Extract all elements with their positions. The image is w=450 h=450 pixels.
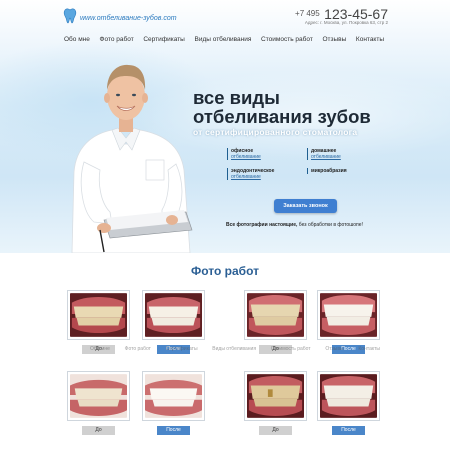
note-bold: Все фотографии настоящие,	[226, 222, 298, 228]
works-title: Фото работ	[191, 264, 259, 278]
teeth-photo	[320, 293, 377, 337]
after-button-4[interactable]: После	[332, 426, 365, 435]
nav-item-whitening-types[interactable]: Виды отбеливания	[212, 346, 256, 352]
after-photo-1[interactable]	[142, 290, 205, 340]
headline-line-1: все виды	[193, 87, 280, 108]
doctor-photo	[71, 64, 193, 253]
teeth-photo	[247, 293, 304, 337]
note-rest: без обработки в фотошопе!	[297, 222, 363, 228]
type-microabrasion[interactable]: микроабразия	[307, 168, 387, 174]
before-photo-2[interactable]	[244, 290, 307, 340]
nav-item-works[interactable]: Фото работ	[100, 36, 134, 43]
after-photo-3[interactable]	[142, 371, 205, 421]
type-home[interactable]: домашнее отбеливание	[307, 148, 387, 160]
nav-item-prices[interactable]: Стоимость работ	[271, 346, 311, 352]
address: Адрес: г. Москва, ул. Покровка 63, стр 2	[304, 20, 388, 25]
photos-note: Все фотографии настоящие, без обработки …	[226, 222, 363, 228]
nav-item-about[interactable]: Обо мне	[90, 346, 110, 352]
nav-item-certificates[interactable]: Сертификаты	[143, 36, 184, 43]
teeth-photo	[70, 374, 127, 418]
after-photo-2[interactable]	[317, 290, 380, 340]
sticky-nav-overlay: Обо мне Фото работ Сертификаты Виды отбе…	[90, 346, 380, 352]
nav-item-contacts[interactable]: Контакты	[356, 36, 384, 43]
nav-item-prices[interactable]: Стоимость работ	[261, 36, 313, 43]
teeth-photo	[247, 374, 304, 418]
main-nav: Обо мне Фото работ Сертификаты Виды отбе…	[64, 36, 384, 43]
tooth-icon	[63, 8, 77, 24]
type-link[interactable]: отбеливание	[231, 154, 307, 160]
nav-item-contacts[interactable]: Контакты	[358, 346, 380, 352]
nav-item-certificates[interactable]: Сертификаты	[166, 346, 198, 352]
nav-item-reviews[interactable]: Отзывы	[322, 36, 346, 43]
request-call-button[interactable]: Заказать звонок	[274, 199, 337, 213]
site-name: www.отбеливание-зубов.com	[80, 15, 177, 22]
teeth-photo	[145, 374, 202, 418]
teeth-photo	[320, 374, 377, 418]
hero-section: www.отбеливание-зубов.com +7 495 123-45-…	[0, 0, 450, 253]
before-photo-3[interactable]	[67, 371, 130, 421]
type-link[interactable]: отбеливание	[231, 174, 307, 180]
type-office[interactable]: офисное отбеливание	[227, 148, 307, 160]
nav-item-works[interactable]: Фото работ	[125, 346, 151, 352]
hero-subtitle: от сертифицированного стоматолога	[193, 127, 358, 137]
after-photo-4[interactable]	[317, 371, 380, 421]
nav-item-whitening-types[interactable]: Виды отбеливания	[194, 36, 251, 43]
headline-line-2: отбеливания зубов	[193, 106, 371, 127]
before-button-3[interactable]: До	[82, 426, 115, 435]
hero-headline: все виды отбеливания зубов	[193, 88, 371, 126]
teeth-photo	[70, 293, 127, 337]
nav-item-reviews[interactable]: Отзывы	[325, 346, 343, 352]
phone-code: +7 495	[295, 9, 320, 18]
type-title: микроабразия	[311, 168, 347, 174]
before-photo-1[interactable]	[67, 290, 130, 340]
before-button-4[interactable]: До	[259, 426, 292, 435]
nav-item-about[interactable]: Обо мне	[64, 36, 90, 43]
teeth-photo	[145, 293, 202, 337]
before-photo-4[interactable]	[244, 371, 307, 421]
type-link[interactable]: отбеливание	[311, 154, 387, 160]
after-button-3[interactable]: После	[157, 426, 190, 435]
type-endodontic[interactable]: эндодонтическое отбеливание	[227, 168, 307, 180]
site-logo[interactable]: www.отбеливание-зубов.com	[63, 8, 177, 24]
